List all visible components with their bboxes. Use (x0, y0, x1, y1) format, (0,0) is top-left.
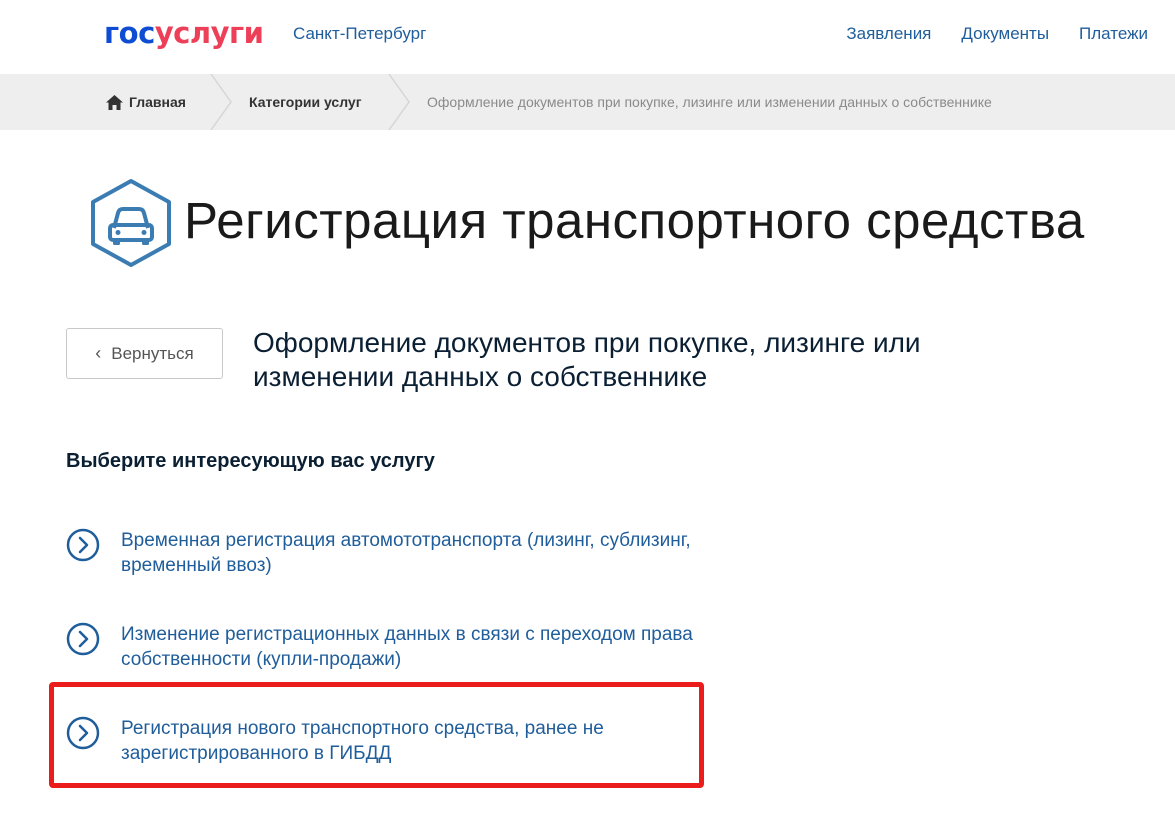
nav-applications-link[interactable]: Заявления (846, 24, 931, 44)
page-title: Регистрация транспортного средства (184, 192, 1085, 249)
service-link-new-vehicle-registration[interactable]: Регистрация нового транспортного средств… (66, 716, 781, 766)
chevron-right-circle-icon (66, 528, 100, 562)
nav-payments-link[interactable]: Платежи (1079, 24, 1148, 44)
chevron-right-circle-icon (66, 716, 100, 750)
logo-part-uslugi: услуги (154, 16, 264, 50)
breadcrumb-categories-label: Категории услуг (249, 94, 362, 110)
service-label: Изменение регистрационных данных в связи… (121, 624, 693, 670)
breadcrumb-separator (210, 74, 232, 130)
section-subtitle: Оформление документов при покупке, лизин… (253, 327, 921, 392)
breadcrumb-separator (388, 74, 410, 130)
home-icon (106, 94, 123, 110)
logo-part-gos: гос (104, 16, 155, 50)
back-button-label: Вернуться (111, 343, 194, 363)
back-button[interactable]: ‹ Вернуться (66, 328, 223, 379)
breadcrumb-categories[interactable]: Категории услуг (249, 74, 362, 130)
breadcrumb-home[interactable]: Главная (106, 74, 186, 130)
breadcrumb: Главная Категории услуг Оформление докум… (0, 74, 1175, 130)
car-icon (91, 179, 171, 267)
choose-service-heading: Выберите интересующую вас услугу (66, 450, 435, 472)
service-label: Регистрация нового транспортного средств… (121, 718, 604, 764)
breadcrumb-current: Оформление документов при покупке, лизин… (427, 94, 992, 110)
service-link-ownership-change[interactable]: Изменение регистрационных данных в связи… (66, 622, 781, 672)
breadcrumb-home-label: Главная (129, 94, 186, 110)
header: госуслуги Санкт-Петербург Заявления Доку… (0, 0, 1175, 74)
city-selector[interactable]: Санкт-Петербург (293, 24, 426, 44)
top-nav: Заявления Документы Платежи (846, 24, 1148, 44)
gosuslugi-logo[interactable]: госуслуги (104, 14, 264, 52)
service-link-temporary-registration[interactable]: Временная регистрация автомототранспорта… (66, 528, 781, 578)
nav-documents-link[interactable]: Документы (961, 24, 1049, 44)
service-label: Временная регистрация автомототранспорта… (121, 530, 691, 576)
chevron-left-icon: ‹ (95, 343, 102, 363)
chevron-right-circle-icon (66, 622, 100, 656)
